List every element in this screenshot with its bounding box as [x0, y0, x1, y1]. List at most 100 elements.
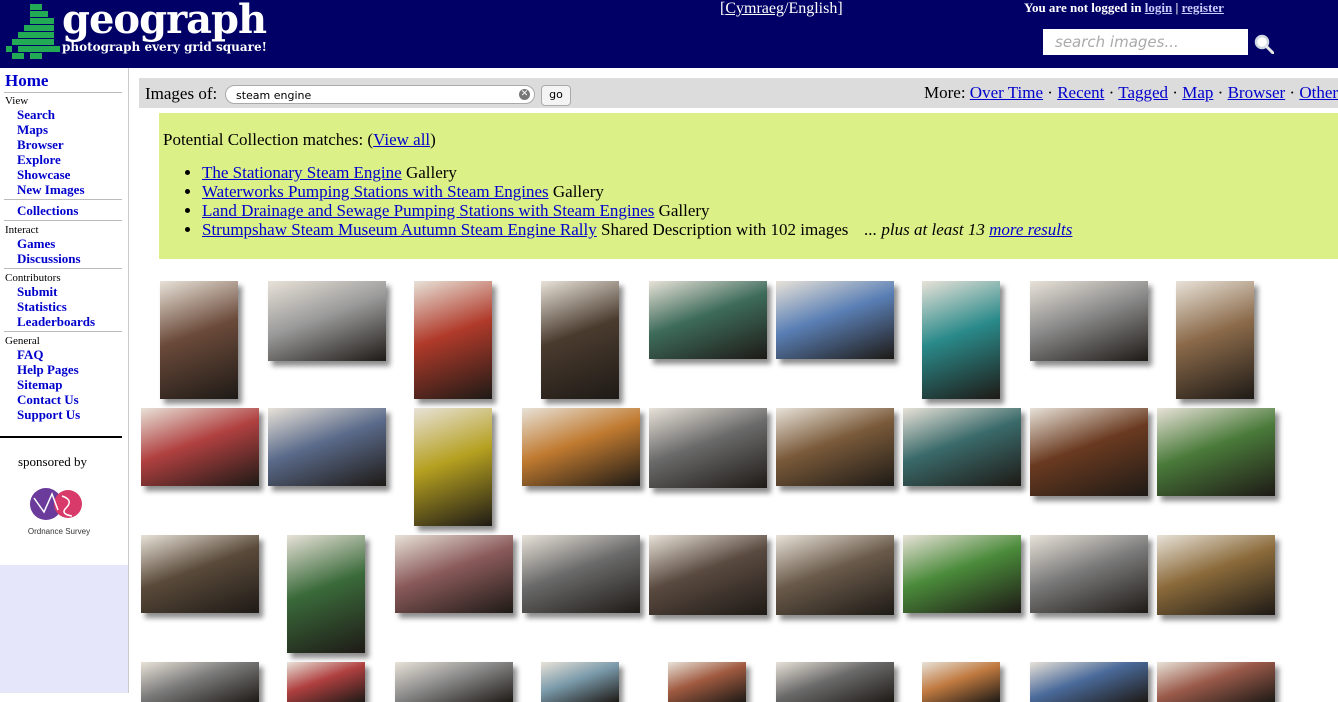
sidebar-section-contributors: Contributors: [5, 272, 61, 284]
sidebar-item-leaderboards[interactable]: Leaderboards: [17, 314, 95, 330]
collection-matches-heading: Potential Collection matches: (View all): [163, 130, 436, 150]
plus-more-text: ... plus at least 13: [864, 220, 985, 239]
thumbnail-image[interactable]: [268, 408, 386, 486]
thumbnail-image[interactable]: [522, 535, 640, 613]
sidebar-item-sitemap[interactable]: Sitemap: [17, 377, 63, 393]
thumbnail-image[interactable]: [1176, 281, 1254, 399]
thumbnail-image[interactable]: [160, 281, 238, 399]
lang-english-label: English: [788, 0, 838, 17]
sidebar-divider: [4, 92, 122, 93]
thumbnail-image[interactable]: [776, 281, 894, 359]
sidebar: Home View Search Maps Browser Explore Sh…: [0, 68, 129, 693]
thumbnail-image[interactable]: [903, 535, 1021, 613]
thumbnail-image[interactable]: [541, 281, 619, 399]
thumbnail-image[interactable]: [141, 408, 259, 486]
more-link-map[interactable]: Map: [1182, 83, 1213, 102]
thumbnail-image[interactable]: [1030, 662, 1148, 702]
sidebar-item-collections[interactable]: Collections: [17, 203, 78, 219]
collection-link[interactable]: Waterworks Pumping Stations with Steam E…: [202, 182, 549, 201]
thumbnail-image[interactable]: [414, 281, 492, 399]
thumbnail-image[interactable]: [541, 662, 619, 702]
thumbnail-image[interactable]: [649, 535, 767, 615]
thumbnail-image[interactable]: [268, 281, 386, 361]
collection-heading-text: Potential Collection matches: (: [163, 130, 374, 149]
thumbnail-image[interactable]: [1030, 535, 1148, 613]
sidebar-item-contact-us[interactable]: Contact Us: [17, 392, 79, 408]
sidebar-divider: [0, 436, 122, 438]
sidebar-item-statistics[interactable]: Statistics: [17, 299, 67, 315]
thumbnail-image[interactable]: [287, 535, 365, 653]
images-of-label: Images of:: [145, 84, 218, 103]
search-query-value: steam engine: [236, 89, 312, 102]
login-link[interactable]: login: [1145, 0, 1172, 15]
thumbnail-image[interactable]: [776, 408, 894, 486]
site-name[interactable]: geograph: [62, 0, 267, 43]
login-status-text: You are not logged in: [1024, 0, 1142, 15]
sidebar-item-search[interactable]: Search: [17, 107, 55, 123]
sidebar-section-interact: Interact: [5, 224, 39, 236]
sponsor-name: Ordnance Survey: [28, 527, 90, 536]
collection-link[interactable]: Strumpshaw Steam Museum Autumn Steam Eng…: [202, 220, 597, 239]
sidebar-item-maps[interactable]: Maps: [17, 122, 48, 138]
more-link-recent[interactable]: Recent: [1057, 83, 1104, 102]
thumbnail-image[interactable]: [414, 408, 492, 526]
register-link[interactable]: register: [1182, 0, 1224, 15]
more-link-other[interactable]: Other: [1299, 83, 1338, 102]
sidebar-item-submit[interactable]: Submit: [17, 284, 57, 300]
ordnance-survey-logo[interactable]: Ordnance Survey: [24, 486, 94, 538]
list-item: Land Drainage and Sewage Pumping Station…: [202, 201, 1072, 220]
sidebar-item-games[interactable]: Games: [17, 236, 55, 252]
thumbnail-image[interactable]: [649, 408, 767, 488]
geograph-logo-icon[interactable]: [6, 4, 60, 60]
list-item: Strumpshaw Steam Museum Autumn Steam Eng…: [202, 220, 1072, 239]
sidebar-divider: [4, 331, 122, 332]
thumbnail-image[interactable]: [922, 281, 1000, 399]
go-button[interactable]: go: [541, 85, 571, 106]
thumbnail-image[interactable]: [1157, 535, 1275, 615]
collection-link[interactable]: Land Drainage and Sewage Pumping Station…: [202, 201, 654, 220]
thumbnail-image[interactable]: [1157, 408, 1275, 496]
collection-matches-panel: Potential Collection matches: (View all)…: [159, 113, 1338, 259]
more-results-link[interactable]: more results: [989, 220, 1072, 239]
thumbnail-image[interactable]: [922, 662, 1000, 702]
thumbnail-image[interactable]: [649, 281, 767, 359]
search-query-input[interactable]: steam engine ✕: [225, 85, 535, 104]
more-link-over-time[interactable]: Over Time: [970, 83, 1043, 102]
more-link-browser[interactable]: Browser: [1228, 83, 1286, 102]
search-icon[interactable]: [1254, 34, 1274, 54]
collection-type: Shared Description with 102 images: [601, 220, 849, 239]
thumbnail-image[interactable]: [776, 535, 894, 615]
thumbnail-image[interactable]: [141, 662, 259, 702]
sidebar-item-discussions[interactable]: Discussions: [17, 251, 81, 267]
sidebar-divider: [4, 268, 122, 269]
collection-link[interactable]: The Stationary Steam Engine: [202, 163, 402, 182]
thumbnail-image[interactable]: [776, 662, 894, 702]
view-all-link[interactable]: View all: [373, 130, 430, 149]
language-switcher: [Cymraeg/English]: [720, 0, 843, 17]
sidebar-item-browser[interactable]: Browser: [17, 137, 64, 153]
header-search-input[interactable]: search images...: [1043, 29, 1248, 55]
thumbnail-image[interactable]: [141, 535, 259, 613]
sidebar-item-showcase[interactable]: Showcase: [17, 167, 70, 183]
thumbnail-image[interactable]: [1157, 662, 1275, 702]
thumbnail-image[interactable]: [1030, 281, 1148, 361]
lang-cymraeg-link[interactable]: Cymraeg: [725, 0, 784, 17]
sidebar-item-explore[interactable]: Explore: [17, 152, 61, 168]
sidebar-divider: [4, 199, 122, 200]
thumbnail-image[interactable]: [395, 662, 513, 702]
more-link-tagged[interactable]: Tagged: [1118, 83, 1168, 102]
thumbnail-image[interactable]: [903, 408, 1021, 486]
sidebar-home-link[interactable]: Home: [5, 71, 48, 91]
thumbnail-image[interactable]: [1030, 408, 1148, 496]
sponsored-by-label: sponsored by: [18, 454, 87, 469]
sidebar-item-help-pages[interactable]: Help Pages: [17, 362, 79, 378]
thumbnail-image[interactable]: [287, 662, 365, 702]
thumbnail-image[interactable]: [395, 535, 513, 613]
thumbnail-image[interactable]: [522, 408, 640, 486]
sidebar-item-support-us[interactable]: Support Us: [17, 407, 80, 423]
sidebar-item-new-images[interactable]: New Images: [17, 182, 85, 198]
sidebar-item-faq[interactable]: FAQ: [17, 347, 43, 363]
thumbnail-image[interactable]: [668, 662, 746, 702]
clear-icon[interactable]: ✕: [519, 89, 530, 100]
sidebar-section-view: View: [5, 95, 29, 107]
